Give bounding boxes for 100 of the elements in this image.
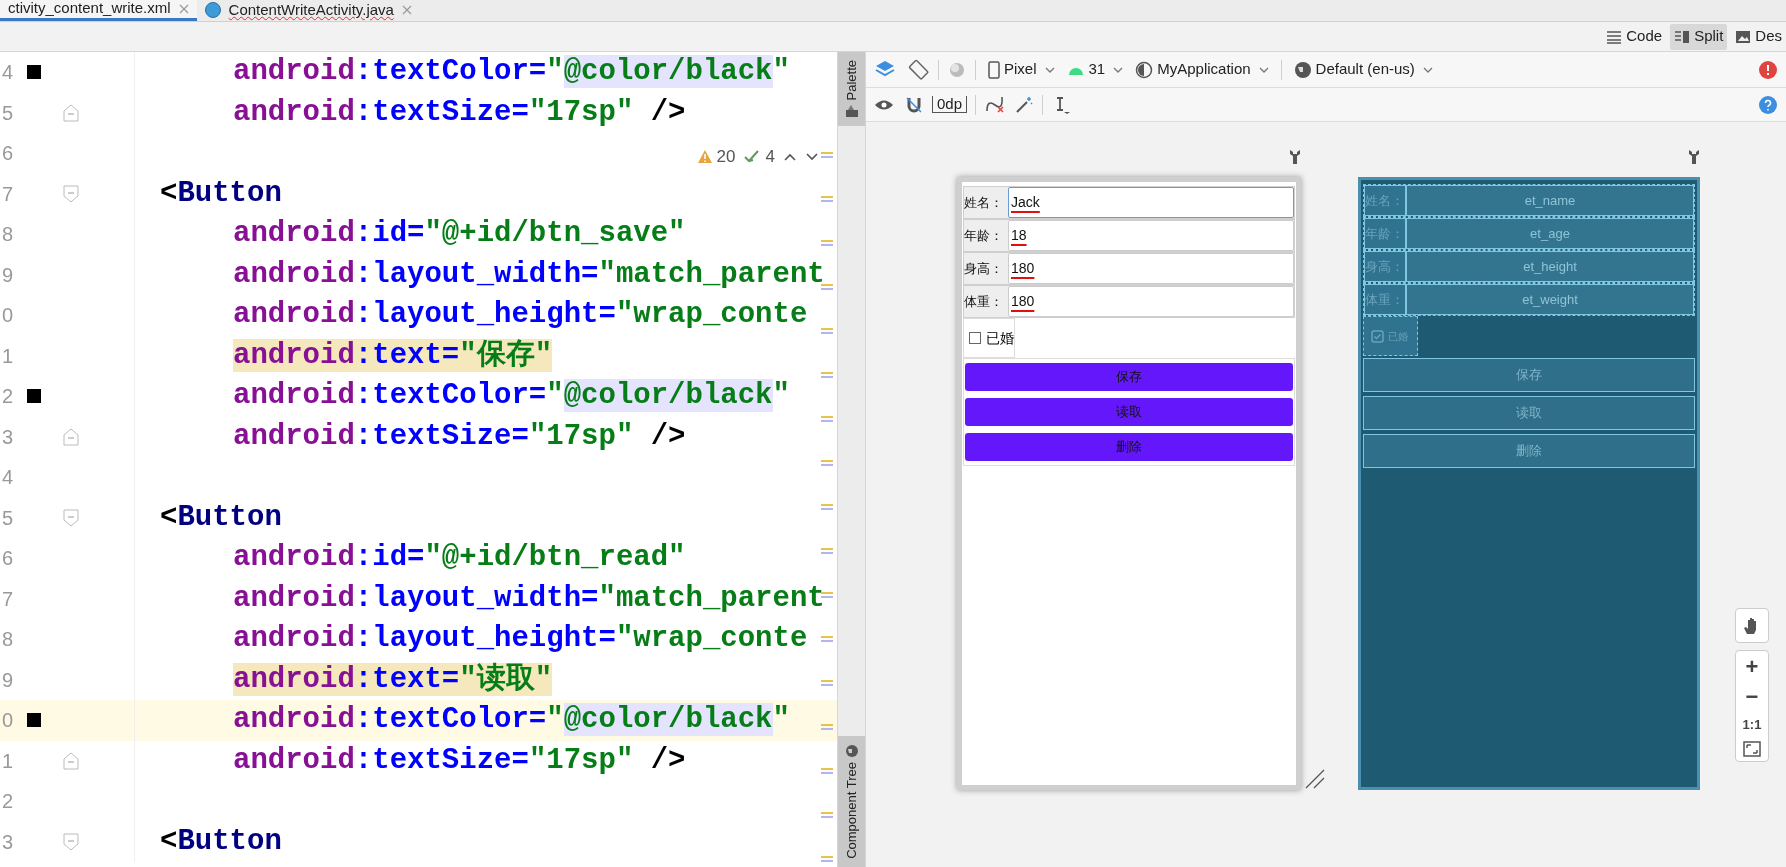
code-line: android:textSize="17sp" /> [233,419,686,453]
checkbox-label: 已婚 [986,328,1014,348]
stripe-mark [821,812,833,818]
globe-icon [844,744,859,759]
close-icon[interactable] [178,3,189,14]
warning-icon [696,149,713,165]
code-line: <Button [160,176,282,210]
palette-icon [844,104,859,119]
text-input-field[interactable]: 18 [1008,220,1294,251]
text-input-field: et_weight [1406,284,1694,315]
help-icon[interactable] [1758,94,1778,115]
caret-icon [1113,66,1124,73]
chevron-up-icon[interactable] [783,151,797,162]
chevron-down-icon[interactable] [805,151,819,162]
stripe-mark [821,592,833,598]
line-number: 9 [2,262,14,288]
clear-constraints-icon[interactable] [984,94,1007,115]
stripe-mark [821,856,833,862]
weak-warning-count: 4 [743,144,775,170]
text-input-field[interactable]: Jack [1008,187,1294,218]
code-line: android:textSize="17sp" /> [233,743,686,777]
stripe-mark [821,152,833,158]
stripe-mark [821,460,833,466]
resize-handle-icon[interactable] [1304,768,1326,790]
pan-button[interactable] [1735,608,1769,643]
code-line: android:layout_height="wrap_conte [233,622,808,656]
stripe-mark [821,548,833,554]
code-line: android:textColor="@color/black" [233,703,790,737]
caret-icon [1422,66,1433,73]
line-number: 2 [2,789,14,815]
stripe-mark [821,504,833,510]
default-margin-field[interactable]: 0dp [932,96,968,113]
line-number: 4 [2,60,14,86]
text-input-field: et_name [1406,185,1694,216]
code-line: android:layout_height="wrap_conte [233,298,808,332]
view-mode-button[interactable]: Split [1670,23,1728,50]
code-line: android:id="@+id/btn_read" [233,541,686,575]
stripe-mark [821,328,833,334]
field-label: 身高： [964,259,1004,278]
code-line: android:textColor="@color/black" [233,55,790,89]
editor-tab[interactable]: ctivity_content_write.xml [0,0,197,21]
rotate-device-icon[interactable] [908,58,930,81]
view-mode-button[interactable]: Des [1731,23,1786,50]
stripe-mark [821,240,833,246]
line-number: 1 [2,748,14,774]
zoom-in-button[interactable]: + [1745,655,1759,679]
zoom-to-fit-icon[interactable] [1743,740,1761,757]
line-number: 4 [2,465,14,491]
line-number: 7 [2,586,14,612]
editor-tab[interactable]: ContentWriteActivity.java [196,0,420,21]
stripe-mark [821,372,833,378]
line-number: 6 [2,141,14,167]
code-line: android:id="@+id/btn_save" [233,217,686,251]
code-line: android:layout_width="match_parent [233,257,825,291]
line-number: 7 [2,181,14,207]
error-icon[interactable] [1758,59,1778,80]
split-view-icon [1674,29,1691,44]
line-number: 9 [2,667,14,693]
field-label: 身高： [1364,251,1406,282]
theme-dropdown[interactable]: MyApplication [1131,58,1273,81]
warning-count: 20 [696,144,736,170]
text-input-field[interactable]: 180 [1008,253,1294,284]
field-label: 姓名： [964,193,1004,212]
tool-window-tab[interactable]: Palette [838,52,865,127]
line-number: 1 [2,343,14,369]
view-mode-button[interactable]: Code [1602,23,1667,50]
tool-window-tab[interactable]: Component Tree [838,736,865,867]
code-line: android:textSize="17sp" /> [233,95,686,129]
line-number: 5 [2,100,14,126]
wrench-icon[interactable] [1688,149,1700,165]
double-check-icon [743,149,762,165]
stripe-mark [821,768,833,774]
field-label: 年龄： [964,226,1004,245]
magnet-icon[interactable] [904,94,924,115]
phone-icon [988,60,1000,79]
line-number: 2 [2,384,14,410]
caret-icon [1258,66,1269,73]
line-number: 0 [2,708,14,734]
code-line: android:layout_width="match_parent [233,581,825,615]
line-number: 3 [2,424,14,450]
stripe-mark [821,196,833,202]
text-input-field: et_height [1406,251,1694,282]
checkbox[interactable] [969,332,981,344]
line-number: 5 [2,505,14,531]
theme-icon [1135,60,1154,79]
actual-size-button[interactable]: 1:1 [1742,715,1762,735]
caret-icon [1044,66,1055,73]
line-number: 0 [2,303,14,329]
stripe-mark [821,636,833,642]
locale-dropdown[interactable]: Default (en-us) [1289,58,1437,81]
magic-wand-icon[interactable] [1014,94,1035,115]
device-dropdown[interactable]: Pixel [984,58,1059,81]
image-icon [1735,29,1752,44]
zoom-out-button[interactable]: − [1745,685,1759,709]
stripe-mark [821,680,833,686]
api-level-dropdown[interactable]: 31 [1058,58,1132,81]
wrench-icon[interactable] [1289,149,1301,165]
stripe-mark [821,284,833,290]
text-input-field[interactable]: 180 [1008,286,1294,317]
code-line: android:textColor="@color/black" [233,379,790,413]
